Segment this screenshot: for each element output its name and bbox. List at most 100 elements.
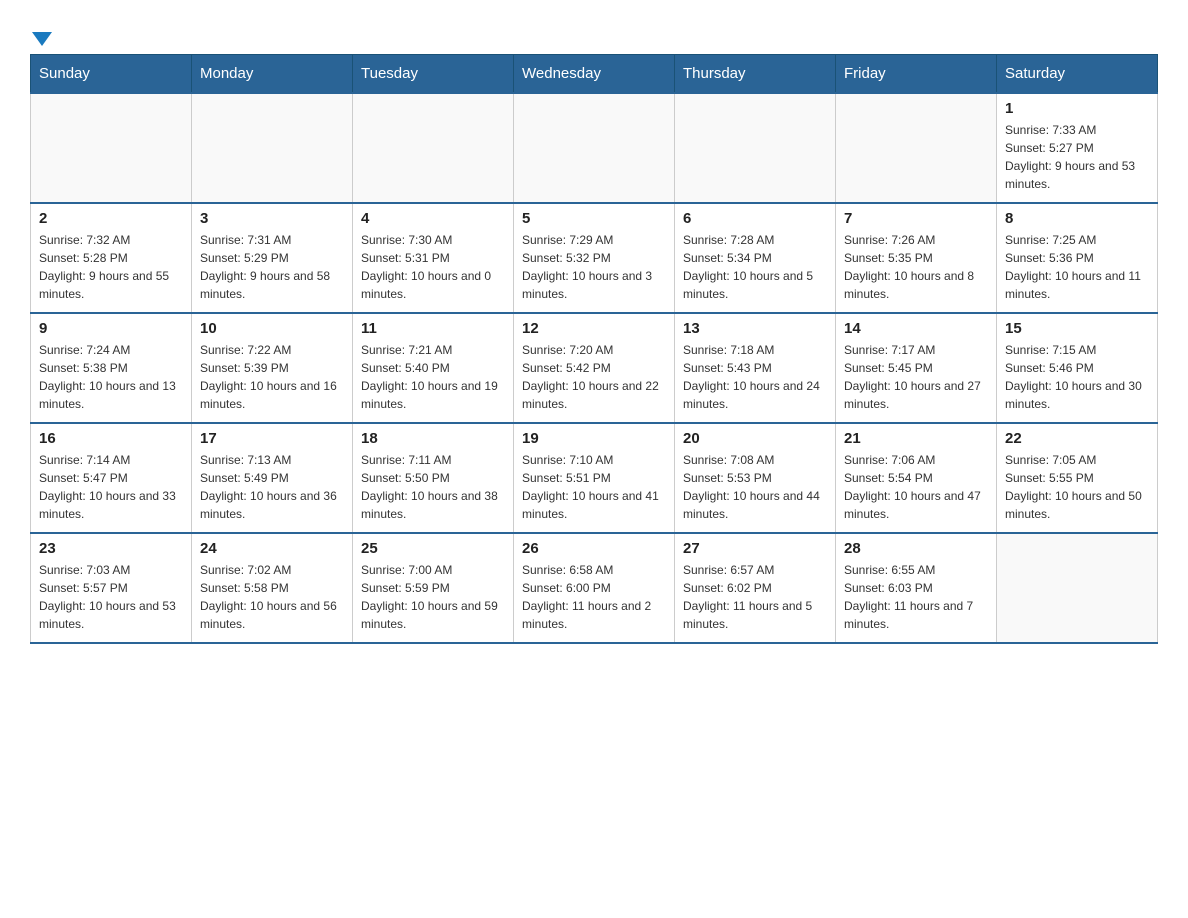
logo-arrow-icon	[32, 32, 52, 46]
day-info: Sunrise: 7:00 AM Sunset: 5:59 PM Dayligh…	[361, 561, 505, 633]
day-info: Sunrise: 7:30 AM Sunset: 5:31 PM Dayligh…	[361, 231, 505, 303]
calendar-cell: 16 Sunrise: 7:14 AM Sunset: 5:47 PM Dayli…	[31, 423, 192, 533]
day-info: Sunrise: 7:24 AM Sunset: 5:38 PM Dayligh…	[39, 341, 183, 413]
day-info: Sunrise: 7:21 AM Sunset: 5:40 PM Dayligh…	[361, 341, 505, 413]
day-number: 6	[683, 210, 827, 227]
day-number: 27	[683, 540, 827, 557]
day-number: 25	[361, 540, 505, 557]
calendar-cell: 6 Sunrise: 7:28 AM Sunset: 5:34 PM Daylig…	[675, 203, 836, 313]
day-info: Sunrise: 7:26 AM Sunset: 5:35 PM Dayligh…	[844, 231, 988, 303]
day-info: Sunrise: 7:31 AM Sunset: 5:29 PM Dayligh…	[200, 231, 344, 303]
day-info: Sunrise: 7:08 AM Sunset: 5:53 PM Dayligh…	[683, 451, 827, 523]
calendar-cell: 21 Sunrise: 7:06 AM Sunset: 5:54 PM Dayli…	[836, 423, 997, 533]
day-info: Sunrise: 7:05 AM Sunset: 5:55 PM Dayligh…	[1005, 451, 1149, 523]
calendar-table: SundayMondayTuesdayWednesdayThursdayFrid…	[30, 54, 1158, 644]
day-info: Sunrise: 7:15 AM Sunset: 5:46 PM Dayligh…	[1005, 341, 1149, 413]
calendar-cell	[997, 533, 1158, 643]
calendar-cell	[31, 93, 192, 203]
calendar-cell: 24 Sunrise: 7:02 AM Sunset: 5:58 PM Dayli…	[192, 533, 353, 643]
day-info: Sunrise: 7:22 AM Sunset: 5:39 PM Dayligh…	[200, 341, 344, 413]
calendar-cell	[675, 93, 836, 203]
day-info: Sunrise: 7:10 AM Sunset: 5:51 PM Dayligh…	[522, 451, 666, 523]
day-number: 28	[844, 540, 988, 557]
logo-general-text	[30, 28, 52, 46]
calendar-cell: 11 Sunrise: 7:21 AM Sunset: 5:40 PM Dayli…	[353, 313, 514, 423]
day-number: 15	[1005, 320, 1149, 337]
calendar-header-sunday: Sunday	[31, 55, 192, 94]
calendar-cell: 13 Sunrise: 7:18 AM Sunset: 5:43 PM Dayli…	[675, 313, 836, 423]
day-info: Sunrise: 7:18 AM Sunset: 5:43 PM Dayligh…	[683, 341, 827, 413]
day-number: 16	[39, 430, 183, 447]
calendar-cell: 25 Sunrise: 7:00 AM Sunset: 5:59 PM Dayli…	[353, 533, 514, 643]
calendar-cell	[514, 93, 675, 203]
calendar-cell: 26 Sunrise: 6:58 AM Sunset: 6:00 PM Dayli…	[514, 533, 675, 643]
day-info: Sunrise: 7:06 AM Sunset: 5:54 PM Dayligh…	[844, 451, 988, 523]
day-info: Sunrise: 7:02 AM Sunset: 5:58 PM Dayligh…	[200, 561, 344, 633]
calendar-header-monday: Monday	[192, 55, 353, 94]
calendar-cell: 7Sunrise: 7:26 AM Sunset: 5:35 PM Daylig…	[836, 203, 997, 313]
calendar-week-row-1: 1Sunrise: 7:33 AM Sunset: 5:27 PM Daylig…	[31, 93, 1158, 203]
calendar-cell: 20 Sunrise: 7:08 AM Sunset: 5:53 PM Dayli…	[675, 423, 836, 533]
day-number: 5	[522, 210, 666, 227]
calendar-cell: 17 Sunrise: 7:13 AM Sunset: 5:49 PM Dayli…	[192, 423, 353, 533]
calendar-cell	[836, 93, 997, 203]
day-number: 14	[844, 320, 988, 337]
calendar-cell: 1Sunrise: 7:33 AM Sunset: 5:27 PM Daylig…	[997, 93, 1158, 203]
day-number: 2	[39, 210, 183, 227]
day-number: 23	[39, 540, 183, 557]
day-info: Sunrise: 6:58 AM Sunset: 6:00 PM Dayligh…	[522, 561, 666, 633]
day-number: 12	[522, 320, 666, 337]
calendar-header-wednesday: Wednesday	[514, 55, 675, 94]
calendar-cell: 23 Sunrise: 7:03 AM Sunset: 5:57 PM Dayli…	[31, 533, 192, 643]
calendar-cell: 4 Sunrise: 7:30 AM Sunset: 5:31 PM Daylig…	[353, 203, 514, 313]
day-number: 26	[522, 540, 666, 557]
calendar-header-friday: Friday	[836, 55, 997, 94]
day-info: Sunrise: 7:14 AM Sunset: 5:47 PM Dayligh…	[39, 451, 183, 523]
calendar-week-row-4: 16 Sunrise: 7:14 AM Sunset: 5:47 PM Dayli…	[31, 423, 1158, 533]
day-info: Sunrise: 7:20 AM Sunset: 5:42 PM Dayligh…	[522, 341, 666, 413]
calendar-cell: 28 Sunrise: 6:55 AM Sunset: 6:03 PM Dayli…	[836, 533, 997, 643]
day-number: 1	[1005, 100, 1149, 117]
calendar-header-row: SundayMondayTuesdayWednesdayThursdayFrid…	[31, 55, 1158, 94]
day-number: 17	[200, 430, 344, 447]
day-info: Sunrise: 7:13 AM Sunset: 5:49 PM Dayligh…	[200, 451, 344, 523]
logo	[30, 20, 52, 44]
day-number: 10	[200, 320, 344, 337]
day-number: 18	[361, 430, 505, 447]
calendar-cell: 19 Sunrise: 7:10 AM Sunset: 5:51 PM Dayli…	[514, 423, 675, 533]
calendar-header-tuesday: Tuesday	[353, 55, 514, 94]
day-number: 19	[522, 430, 666, 447]
day-number: 21	[844, 430, 988, 447]
day-number: 20	[683, 430, 827, 447]
calendar-week-row-5: 23 Sunrise: 7:03 AM Sunset: 5:57 PM Dayli…	[31, 533, 1158, 643]
day-number: 24	[200, 540, 344, 557]
day-info: Sunrise: 6:55 AM Sunset: 6:03 PM Dayligh…	[844, 561, 988, 633]
calendar-week-row-3: 9 Sunrise: 7:24 AM Sunset: 5:38 PM Daylig…	[31, 313, 1158, 423]
calendar-cell: 2 Sunrise: 7:32 AM Sunset: 5:28 PM Daylig…	[31, 203, 192, 313]
day-number: 9	[39, 320, 183, 337]
day-number: 4	[361, 210, 505, 227]
day-info: Sunrise: 7:29 AM Sunset: 5:32 PM Dayligh…	[522, 231, 666, 303]
calendar-cell	[353, 93, 514, 203]
day-info: Sunrise: 7:11 AM Sunset: 5:50 PM Dayligh…	[361, 451, 505, 523]
day-number: 13	[683, 320, 827, 337]
day-info: Sunrise: 7:03 AM Sunset: 5:57 PM Dayligh…	[39, 561, 183, 633]
calendar-cell	[192, 93, 353, 203]
day-info: Sunrise: 7:17 AM Sunset: 5:45 PM Dayligh…	[844, 341, 988, 413]
calendar-cell: 14 Sunrise: 7:17 AM Sunset: 5:45 PM Dayli…	[836, 313, 997, 423]
day-number: 3	[200, 210, 344, 227]
day-info: Sunrise: 7:25 AM Sunset: 5:36 PM Dayligh…	[1005, 231, 1149, 303]
calendar-cell: 3 Sunrise: 7:31 AM Sunset: 5:29 PM Daylig…	[192, 203, 353, 313]
day-number: 8	[1005, 210, 1149, 227]
calendar-week-row-2: 2 Sunrise: 7:32 AM Sunset: 5:28 PM Daylig…	[31, 203, 1158, 313]
day-number: 22	[1005, 430, 1149, 447]
day-number: 11	[361, 320, 505, 337]
calendar-cell: 10 Sunrise: 7:22 AM Sunset: 5:39 PM Dayli…	[192, 313, 353, 423]
page-header	[30, 20, 1158, 44]
calendar-cell: 5 Sunrise: 7:29 AM Sunset: 5:32 PM Daylig…	[514, 203, 675, 313]
day-info: Sunrise: 7:32 AM Sunset: 5:28 PM Dayligh…	[39, 231, 183, 303]
day-info: Sunrise: 7:28 AM Sunset: 5:34 PM Dayligh…	[683, 231, 827, 303]
calendar-cell: 27Sunrise: 6:57 AM Sunset: 6:02 PM Dayli…	[675, 533, 836, 643]
calendar-cell: 12 Sunrise: 7:20 AM Sunset: 5:42 PM Dayli…	[514, 313, 675, 423]
calendar-cell: 8 Sunrise: 7:25 AM Sunset: 5:36 PM Daylig…	[997, 203, 1158, 313]
